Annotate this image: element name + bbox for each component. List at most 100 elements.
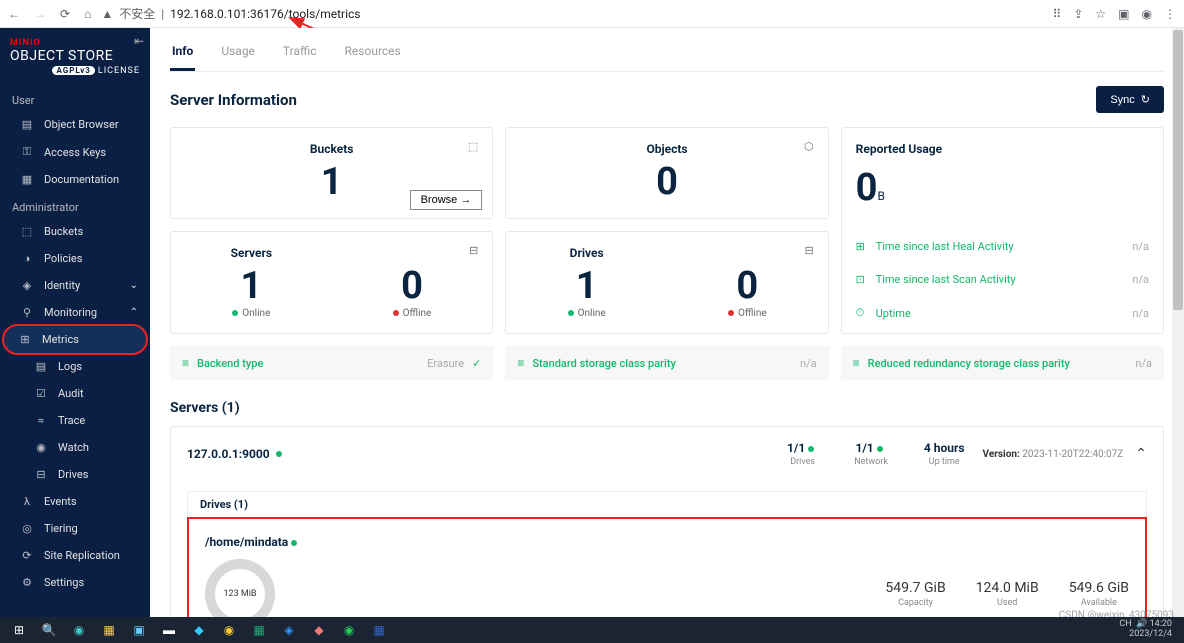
translate-icon[interactable]: ⠿	[1053, 7, 1062, 21]
buckets-card: ⬚ Buckets 1 Browse →	[170, 127, 493, 219]
tab-usage[interactable]: Usage	[219, 38, 257, 71]
bucket-icon: ⬚	[20, 225, 34, 238]
sidebar-item-documentation[interactable]: ▦ Documentation	[0, 166, 150, 193]
policy-icon: ◑	[20, 252, 34, 265]
reduced-parity-strip: ≡Reduced redundancy storage class parity…	[841, 346, 1164, 380]
wechat-icon[interactable]: ◉	[336, 619, 362, 641]
sidebar-item-metrics[interactable]: ⊞Metrics	[4, 326, 146, 353]
sidebar-item-events[interactable]: λEvents	[0, 488, 150, 515]
tab-traffic[interactable]: Traffic	[281, 38, 319, 71]
watch-icon: ◉	[34, 441, 48, 454]
list-icon: ≡	[182, 356, 189, 370]
scan-activity-row: ⊡Time since last Scan Activityn/a	[856, 266, 1149, 293]
sidebar-item-monitoring[interactable]: ⚲Monitoring⌃	[0, 299, 150, 326]
word-icon[interactable]: ▦	[366, 619, 392, 641]
sidebar-item-settings[interactable]: ⚙Settings	[0, 569, 150, 596]
server-icon: ⊟	[469, 244, 478, 257]
sidebar-item-policies[interactable]: ◑Policies	[0, 245, 150, 272]
terminal-icon[interactable]: ▬	[156, 619, 182, 641]
share-icon[interactable]: ⇪	[1073, 7, 1083, 21]
search-icon[interactable]: 🔍	[36, 619, 62, 641]
sidebar-item-buckets[interactable]: ⬚Buckets	[0, 218, 150, 245]
star-icon[interactable]: ☆	[1095, 7, 1106, 21]
check-icon: ✓	[472, 357, 481, 370]
usage-card: Reported Usage 0B ⊞Time since last Heal …	[841, 127, 1164, 334]
scrollbar[interactable]	[1172, 28, 1184, 617]
tiering-icon: ◎	[20, 522, 34, 535]
servers-card: ⊟ Servers 1 Online 0 Offline	[170, 231, 493, 334]
heal-activity-row: ⊞Time since last Heal Activityn/a	[856, 233, 1149, 260]
start-icon[interactable]: ⊞	[6, 619, 32, 641]
sidebar-item-label: Documentation	[44, 173, 119, 186]
sidebar-item-label: Metrics	[42, 333, 79, 346]
drives-subheading: Drives (1)	[187, 491, 1147, 517]
audit-icon: ☑	[34, 387, 48, 400]
chrome-icon[interactable]: ◉	[216, 619, 242, 641]
back-icon[interactable]: ←	[8, 7, 20, 21]
tool-icon[interactable]: ◆	[306, 619, 332, 641]
used-stat: 124.0 MiBUsed	[976, 580, 1039, 608]
reload-icon[interactable]: ⟳	[60, 7, 70, 21]
system-tray[interactable]: CH 🔊 14:20 2023/12/4	[1119, 620, 1178, 640]
tab-info[interactable]: Info	[170, 38, 195, 71]
page-title: Server Information	[170, 91, 297, 109]
sidebar-item-drives[interactable]: ⊟Drives	[0, 461, 150, 488]
trace-icon: ≈	[34, 414, 48, 427]
windows-taskbar[interactable]: ⊞ 🔍 ◉ ▦ ▣ ▬ ◆ ◉ ▦ ◈ ◆ ◉ ▦ CH 🔊 14:20 202…	[0, 617, 1184, 643]
store-icon[interactable]: ▣	[126, 619, 152, 641]
sidebar-item-label: Access Keys	[44, 146, 106, 159]
drive-icon: ⊟	[804, 244, 813, 257]
home-icon[interactable]: ⌂	[84, 7, 91, 21]
sidebar-item-logs[interactable]: ▤Logs	[0, 353, 150, 380]
server-uptime-metric: 4 hoursUp time	[924, 441, 965, 467]
server-header[interactable]: 127.0.0.1:9000 1/1 Drives 1/1 Network 4 …	[171, 427, 1163, 481]
sidebar-item-identity[interactable]: ◈Identity⌄	[0, 272, 150, 299]
sync-icon: ↻	[1141, 93, 1150, 106]
sidebar-item-tiering[interactable]: ◎ Tiering	[0, 515, 150, 542]
list-icon: ≡	[517, 356, 524, 370]
folder-icon: ▤	[20, 118, 34, 131]
browse-button[interactable]: Browse →	[410, 190, 483, 210]
server-panel: 127.0.0.1:9000 1/1 Drives 1/1 Network 4 …	[170, 426, 1164, 643]
sidebar-item-label: Watch	[58, 441, 89, 454]
doc-icon: ▦	[20, 173, 34, 186]
replication-icon: ⟳	[20, 549, 34, 562]
menu-icon[interactable]: ⋮	[1164, 7, 1176, 21]
tab-resources[interactable]: Resources	[343, 38, 403, 71]
chevron-up-icon[interactable]: ⌃	[1135, 446, 1147, 462]
list-icon: ≡	[853, 356, 860, 370]
panel-icon[interactable]: ▣	[1118, 7, 1129, 21]
sidebar-item-label: Tiering	[44, 522, 78, 535]
server-drives-metric: 1/1 Drives	[787, 441, 818, 467]
explorer-icon[interactable]: ▦	[96, 619, 122, 641]
sidebar-item-audit[interactable]: ☑ Audit	[0, 380, 150, 407]
status-dot-icon	[276, 451, 282, 457]
forward-icon[interactable]: →	[34, 7, 46, 21]
sidebar-item-site-replication[interactable]: ⟳Site Replication	[0, 542, 150, 569]
edge-icon[interactable]: ◉	[66, 619, 92, 641]
sidebar: ⇤ MINIO OBJECT STORE AGPLv3LICENSE User …	[0, 28, 150, 643]
vscode-icon[interactable]: ◈	[276, 619, 302, 641]
sync-button[interactable]: Sync↻	[1096, 86, 1164, 113]
sidebar-item-trace[interactable]: ≈Trace	[0, 407, 150, 434]
tabs: Info Usage Traffic Resources	[170, 28, 1164, 72]
sidebar-item-watch[interactable]: ◉ Watch	[0, 434, 150, 461]
collapse-icon[interactable]: ⇤	[134, 34, 144, 48]
excel-icon[interactable]: ▦	[246, 619, 272, 641]
logs-icon: ▤	[34, 360, 48, 373]
sidebar-item-object-browser[interactable]: ▤Object Browser	[0, 111, 150, 138]
insecure-icon: ▲	[101, 7, 113, 21]
url-text[interactable]: 192.168.0.101:36176/tools/metrics	[170, 7, 360, 21]
sidebar-item-access-keys[interactable]: ⚿Access Keys	[0, 138, 150, 166]
sidebar-item-label: Monitoring	[44, 306, 97, 319]
main-content: Info Usage Traffic Resources Server Info…	[150, 28, 1184, 643]
sidebar-item-label: Audit	[58, 387, 84, 400]
section-user: User	[0, 86, 150, 111]
app-icon[interactable]: ◆	[186, 619, 212, 641]
chevron-up-icon: ⌃	[130, 307, 138, 318]
backend-type-strip: ≡Backend typeErasure✓	[170, 346, 493, 380]
servers-heading: Servers (1)	[170, 400, 1164, 416]
logo: MINIO OBJECT STORE AGPLv3LICENSE	[0, 34, 150, 86]
security-label: 不安全	[119, 5, 155, 22]
profile-icon[interactable]: ◉	[1142, 7, 1152, 21]
